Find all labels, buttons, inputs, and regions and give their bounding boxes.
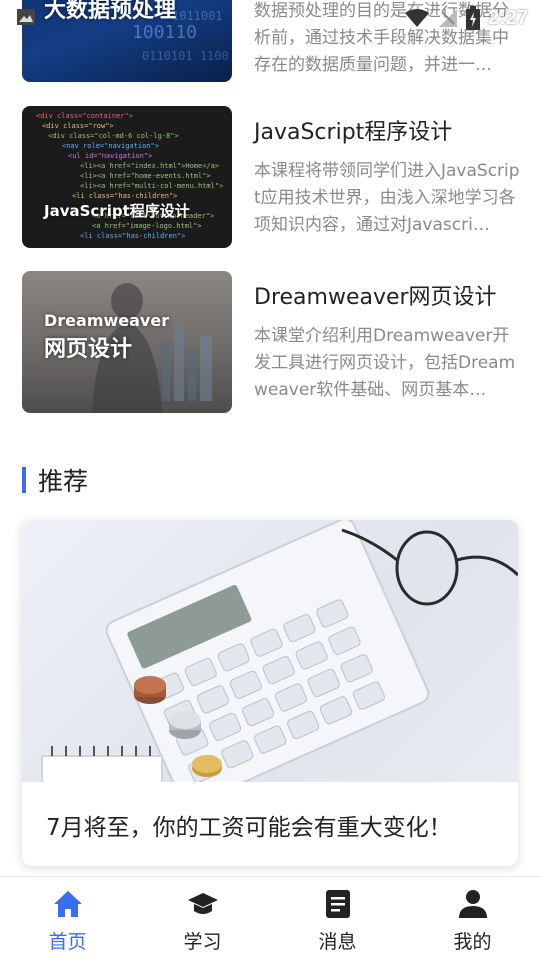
battery-icon	[465, 6, 480, 30]
tab-label: 我的	[453, 931, 492, 953]
thumbnail-caption-line2: 网页设计	[44, 337, 133, 362]
svg-text:<li><a href="multi-col-menu.ht: <li><a href="multi-col-menu.html">	[80, 182, 223, 190]
svg-text:<nav role="navigation">: <nav role="navigation">	[62, 142, 159, 150]
section-title: 推荐	[38, 467, 89, 496]
tab-home[interactable]: 首页	[0, 877, 135, 960]
status-bar: 2:27	[0, 0, 540, 36]
svg-text:<li><a href="home-events.html": <li><a href="home-events.html">	[80, 172, 211, 180]
svg-text:<a href="image-logo.html">: <a href="image-logo.html">	[92, 222, 202, 230]
svg-text:<li class="has-children">: <li class="has-children">	[80, 232, 185, 240]
tab-label: 学习	[183, 931, 222, 953]
tab-study[interactable]: 学习	[135, 877, 270, 960]
home-icon	[53, 891, 82, 917]
svg-text:<ul id="navigation">: <ul id="navigation">	[68, 152, 152, 160]
course-item-dreamweaver[interactable]: Dreamweaver 网页设计 Dreamweaver网页设计 本课堂介绍利用…	[22, 271, 522, 413]
svg-text:<div class="row">: <div class="row">	[42, 122, 114, 130]
image-notification-icon	[17, 9, 35, 25]
code-pattern-graphic: <div class="container"> <div class="row"…	[36, 112, 223, 240]
thumbnail-caption: JavaScript程序设计	[44, 202, 190, 220]
tab-label: 首页	[48, 931, 87, 953]
course-thumbnail: Dreamweaver 网页设计	[22, 271, 232, 413]
course-title: JavaScript程序设计	[254, 120, 453, 145]
thumbnail-caption-line1: Dreamweaver	[44, 311, 170, 330]
status-time: 2:27	[487, 6, 528, 29]
course-description: 本课程将带领同学们进入JavaScript应用技术世界，由浅入深地学习各项知识内…	[254, 161, 520, 235]
course-title: Dreamweaver网页设计	[254, 285, 497, 310]
recommend-card[interactable]: 7月将至，你的工资可能会有重大变化！	[22, 520, 518, 866]
tab-mine[interactable]: 我的	[405, 877, 540, 960]
person-icon	[458, 890, 487, 918]
svg-text:<li class="has-children">: <li class="has-children">	[72, 192, 177, 200]
graduation-cap-icon	[187, 893, 218, 914]
svg-text:<li><a href="index.html">Home<: <li><a href="index.html">Home</a>	[80, 162, 219, 170]
svg-text:0110101 1100: 0110101 1100	[142, 49, 229, 63]
svg-text:<div class="container">: <div class="container">	[36, 112, 133, 120]
course-thumbnail: <div class="container"> <div class="row"…	[22, 106, 232, 248]
signal-icon	[438, 9, 457, 27]
svg-text:<div class="col-md-6 col-lg-8": <div class="col-md-6 col-lg-8">	[48, 132, 179, 140]
recommend-section-header: 推荐	[22, 462, 88, 498]
calculator-photo	[22, 520, 518, 782]
bottom-tab-bar: 首页 学习 消息 我的	[0, 876, 540, 960]
tab-messages[interactable]: 消息	[270, 877, 405, 960]
course-item-javascript[interactable]: <div class="container"> <div class="row"…	[22, 106, 522, 248]
tab-label: 消息	[318, 931, 357, 953]
section-accent-bar	[22, 467, 26, 493]
message-icon	[325, 890, 350, 918]
wifi-icon	[404, 9, 429, 27]
course-description: 本课堂介绍利用Dreamweaver开发工具进行网页设计，包括Dreamweav…	[254, 326, 516, 400]
recommend-card-title: 7月将至，你的工资可能会有重大变化！	[46, 815, 452, 841]
